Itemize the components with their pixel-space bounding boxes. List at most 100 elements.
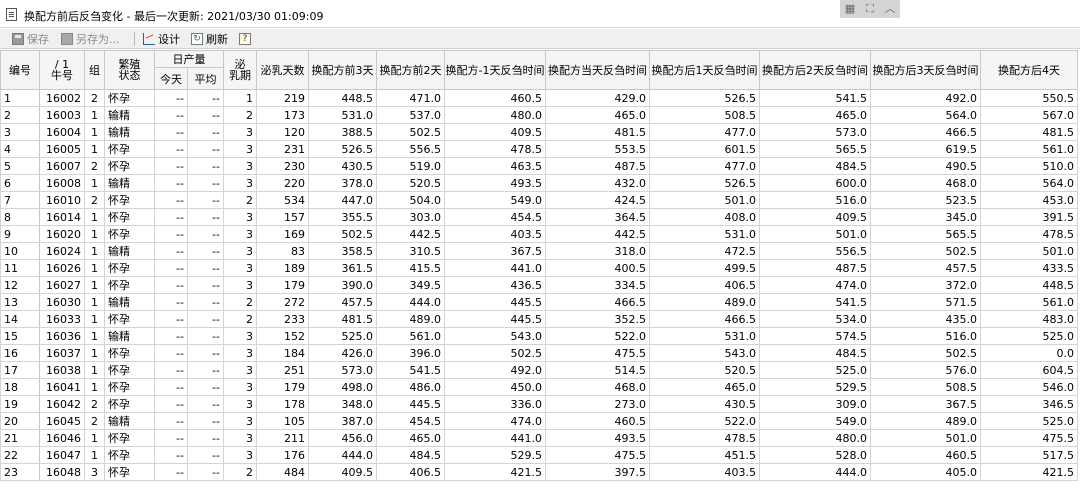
table-cell[interactable]: 466.5 bbox=[545, 293, 650, 311]
table-cell[interactable]: 526.5 bbox=[649, 89, 760, 107]
table-cell[interactable]: 531.0 bbox=[649, 225, 760, 243]
table-cell[interactable]: 565.5 bbox=[759, 140, 871, 158]
table-cell[interactable]: 516.0 bbox=[759, 191, 871, 209]
table-row[interactable]: 2 16003 1 输精 -- -- 2 173 531.0 537.0 480.0 465.0 508… bbox=[0, 106, 1078, 124]
table-cell[interactable]: 387.0 bbox=[308, 412, 377, 430]
table-cell[interactable]: 16037 bbox=[39, 344, 85, 362]
table-row[interactable]: 4 16005 1 怀孕 -- -- 3 231 526.5 556.5 478.5 553.5 601… bbox=[0, 140, 1078, 158]
table-cell[interactable]: 336.0 bbox=[444, 395, 546, 413]
table-cell[interactable]: 442.5 bbox=[376, 225, 445, 243]
table-cell[interactable]: 600.0 bbox=[759, 174, 871, 192]
table-cell[interactable]: 3 bbox=[223, 395, 257, 413]
table-cell[interactable]: 16048 bbox=[39, 463, 85, 481]
table-cell[interactable]: 220 bbox=[256, 174, 309, 192]
table-cell[interactable]: 3 bbox=[223, 429, 257, 447]
table-cell[interactable]: 3 bbox=[223, 276, 257, 294]
col-lactation[interactable]: 泌 乳期 bbox=[223, 50, 257, 90]
table-cell[interactable]: 549.0 bbox=[444, 191, 546, 209]
table-cell[interactable]: 474.0 bbox=[759, 276, 871, 294]
table-cell[interactable]: 465.0 bbox=[376, 429, 445, 447]
table-cell[interactable]: 怀孕 bbox=[104, 225, 155, 243]
table-cell[interactable]: 309.0 bbox=[759, 395, 871, 413]
table-cell[interactable]: 251 bbox=[256, 361, 309, 379]
table-cell[interactable]: 502.5 bbox=[444, 344, 546, 362]
table-cell[interactable]: 400.5 bbox=[545, 259, 650, 277]
table-cell[interactable]: 447.0 bbox=[308, 191, 377, 209]
table-cell[interactable]: 556.5 bbox=[759, 242, 871, 260]
table-cell[interactable]: 16014 bbox=[39, 208, 85, 226]
table-cell[interactable]: 361.5 bbox=[308, 259, 377, 277]
table-cell[interactable]: 553.5 bbox=[545, 140, 650, 158]
table-cell[interactable]: 15 bbox=[0, 327, 40, 345]
table-cell[interactable]: 549.0 bbox=[759, 412, 871, 430]
table-cell[interactable]: 433.5 bbox=[980, 259, 1078, 277]
save-as-button[interactable]: 另存为... bbox=[61, 31, 120, 47]
table-cell[interactable]: -- bbox=[154, 259, 188, 277]
table-cell[interactable]: 16030 bbox=[39, 293, 85, 311]
table-cell[interactable]: 20 bbox=[0, 412, 40, 430]
table-cell[interactable]: 1 bbox=[84, 293, 105, 311]
table-cell[interactable]: 3 bbox=[223, 123, 257, 141]
table-cell[interactable]: 4 bbox=[0, 140, 40, 158]
col-before-3[interactable]: 换配方前3天 bbox=[308, 50, 377, 90]
table-cell[interactable]: 1 bbox=[84, 174, 105, 192]
table-cell[interactable]: 483.0 bbox=[980, 310, 1078, 328]
table-cell[interactable]: -- bbox=[154, 293, 188, 311]
table-cell[interactable]: -- bbox=[154, 412, 188, 430]
table-cell[interactable]: 怀孕 bbox=[104, 310, 155, 328]
maximize-icon[interactable]: ⛶ bbox=[860, 0, 880, 18]
col-after-4[interactable]: 换配方后4天 bbox=[980, 50, 1078, 90]
table-cell[interactable]: 481.5 bbox=[545, 123, 650, 141]
table-cell[interactable]: 3 bbox=[0, 123, 40, 141]
col-group[interactable]: 组 bbox=[84, 50, 105, 90]
col-after-3[interactable]: 换配方后3天反刍时间 bbox=[870, 50, 981, 90]
table-cell[interactable]: -- bbox=[187, 225, 224, 243]
table-row[interactable]: 18 16041 1 怀孕 -- -- 3 179 498.0 486.0 450.0 468.0 46… bbox=[0, 378, 1078, 396]
table-cell[interactable]: 1 bbox=[84, 123, 105, 141]
table-cell[interactable]: 3 bbox=[84, 463, 105, 481]
table-cell[interactable]: 492.0 bbox=[444, 361, 546, 379]
table-cell[interactable]: 13 bbox=[0, 293, 40, 311]
table-cell[interactable]: 怀孕 bbox=[104, 157, 155, 175]
table-cell[interactable]: 输精 bbox=[104, 106, 155, 124]
table-cell[interactable]: -- bbox=[187, 395, 224, 413]
table-cell[interactable]: 430.5 bbox=[649, 395, 760, 413]
table-cell[interactable]: 475.5 bbox=[980, 429, 1078, 447]
col-after-1[interactable]: 换配方后1天反刍时间 bbox=[649, 50, 760, 90]
table-cell[interactable]: 561.0 bbox=[980, 140, 1078, 158]
table-cell[interactable]: 481.5 bbox=[980, 123, 1078, 141]
table-cell[interactable]: 468.0 bbox=[545, 378, 650, 396]
save-button[interactable]: 保存 bbox=[12, 31, 49, 47]
table-cell[interactable]: 484.5 bbox=[759, 157, 871, 175]
table-cell[interactable]: 574.5 bbox=[759, 327, 871, 345]
table-cell[interactable]: 输精 bbox=[104, 123, 155, 141]
table-cell[interactable]: -- bbox=[154, 140, 188, 158]
table-cell[interactable]: -- bbox=[154, 378, 188, 396]
col-average[interactable]: 平均 bbox=[187, 67, 224, 90]
table-cell[interactable]: -- bbox=[154, 361, 188, 379]
table-cell[interactable]: 529.5 bbox=[444, 446, 546, 464]
table-cell[interactable]: 489.0 bbox=[870, 412, 981, 430]
table-cell[interactable]: -- bbox=[187, 310, 224, 328]
table-cell[interactable]: 16033 bbox=[39, 310, 85, 328]
table-row[interactable]: 23 16048 3 怀孕 -- -- 2 484 409.5 406.5 421.5 397.5 40… bbox=[0, 463, 1078, 481]
table-cell[interactable]: 12 bbox=[0, 276, 40, 294]
table-cell[interactable]: 1 bbox=[84, 446, 105, 464]
table-cell[interactable]: 454.5 bbox=[444, 208, 546, 226]
table-cell[interactable]: 436.5 bbox=[444, 276, 546, 294]
data-grid[interactable]: 编号 / 1 牛号 组 繁殖 状态 日产量 泌 乳期 泌乳天数 换配方前3天 换… bbox=[0, 50, 1080, 499]
table-cell[interactable]: -- bbox=[154, 463, 188, 481]
table-cell[interactable]: 3 bbox=[223, 378, 257, 396]
table-cell[interactable]: 349.5 bbox=[376, 276, 445, 294]
table-row[interactable]: 12 16027 1 怀孕 -- -- 3 179 390.0 349.5 436.5 334.5 40… bbox=[0, 276, 1078, 294]
table-cell[interactable]: 415.5 bbox=[376, 259, 445, 277]
table-cell[interactable]: 怀孕 bbox=[104, 395, 155, 413]
table-cell[interactable]: 2 bbox=[0, 106, 40, 124]
table-cell[interactable]: 3 bbox=[223, 242, 257, 260]
table-cell[interactable]: -- bbox=[187, 89, 224, 107]
table-cell[interactable]: -- bbox=[187, 157, 224, 175]
table-cell[interactable]: 444.0 bbox=[376, 293, 445, 311]
table-cell[interactable]: 211 bbox=[256, 429, 309, 447]
table-cell[interactable]: 1 bbox=[84, 361, 105, 379]
table-cell[interactable]: 456.0 bbox=[308, 429, 377, 447]
